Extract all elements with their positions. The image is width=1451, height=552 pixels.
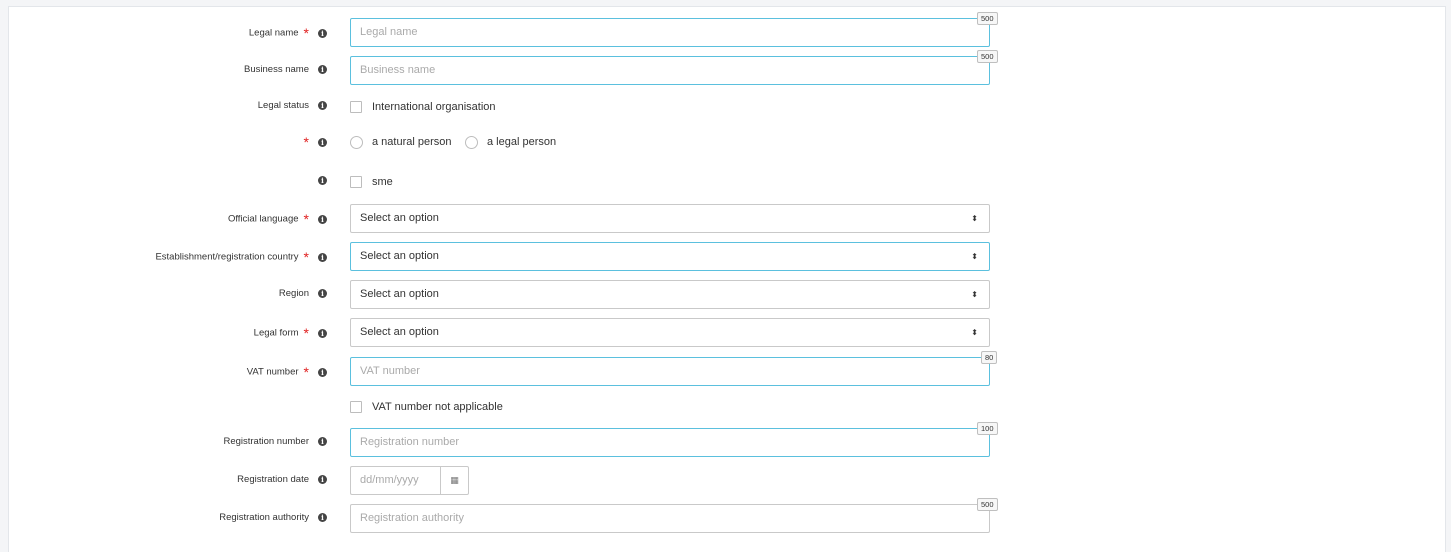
info-icon[interactable]: i [318, 437, 327, 446]
country-label: Establishment/registration country * i [9, 250, 327, 264]
country-select[interactable]: Select an option ⬍ [350, 242, 990, 271]
official-language-select[interactable]: Select an option ⬍ [350, 204, 990, 233]
info-icon[interactable]: i [318, 28, 327, 38]
sort-icon: ⬍ [971, 328, 978, 337]
vat-not-applicable-checkbox[interactable] [350, 401, 362, 413]
registration-authority-label: Registration authority i [9, 512, 327, 523]
info-icon[interactable]: i [318, 513, 327, 522]
required-marker: * [303, 134, 309, 150]
vat-number-char-counter: 80 [981, 351, 998, 364]
international-organisation-checkbox[interactable] [350, 101, 362, 113]
registration-date-input[interactable]: dd/mm/yyyy [350, 466, 440, 495]
official-language-label: Official language * i [9, 212, 327, 226]
info-icon[interactable]: i [318, 328, 327, 338]
info-icon[interactable]: i [318, 475, 327, 484]
info-icon[interactable]: i [318, 175, 327, 185]
sme-checkbox[interactable] [350, 176, 362, 188]
registration-number-char-counter: 100 [977, 422, 998, 435]
registration-number-label: Registration number i [9, 436, 327, 447]
info-icon[interactable]: i [318, 101, 327, 110]
natural-person-label: a natural person [372, 136, 452, 148]
sme-label: sme [372, 176, 393, 188]
region-label: Region i [9, 288, 327, 299]
required-marker: * [303, 364, 309, 380]
required-marker: * [303, 325, 309, 341]
info-icon[interactable]: i [318, 137, 327, 147]
calendar-icon[interactable]: ▦ [440, 466, 469, 495]
legal-status-label: Legal status i [9, 100, 327, 111]
registration-authority-char-counter: 500 [977, 498, 998, 511]
info-icon[interactable]: i [318, 252, 327, 262]
business-name-label: Business name i [9, 64, 327, 75]
sort-icon: ⬍ [971, 214, 978, 223]
sort-icon: ⬍ [971, 252, 978, 261]
legal-name-char-counter: 500 [977, 12, 998, 25]
legal-person-radio[interactable] [465, 136, 478, 149]
person-type-label: * i [9, 135, 327, 149]
registration-number-input[interactable]: Registration number [350, 428, 990, 457]
legal-person-label: a legal person [487, 136, 557, 148]
legal-name-label: Legal name * i [9, 26, 327, 40]
info-icon[interactable]: i [318, 214, 327, 224]
info-icon[interactable]: i [318, 65, 327, 74]
vat-number-label: VAT number * i [9, 365, 327, 379]
natural-person-radio[interactable] [350, 136, 363, 149]
required-marker: * [303, 249, 309, 265]
vat-not-applicable-label: VAT number not applicable [372, 401, 503, 413]
legal-name-input[interactable]: Legal name [350, 18, 990, 47]
info-icon[interactable]: i [318, 289, 327, 298]
business-name-char-counter: 500 [977, 50, 998, 63]
required-marker: * [303, 211, 309, 227]
legal-form-label: Legal form * i [9, 326, 327, 340]
international-organisation-label: International organisation [372, 101, 496, 113]
vat-number-input[interactable]: VAT number [350, 357, 990, 386]
sort-icon: ⬍ [971, 290, 978, 299]
registration-date-label: Registration date i [9, 474, 327, 485]
registration-authority-input[interactable]: Registration authority [350, 504, 990, 533]
sme-label-col: i [9, 175, 327, 186]
business-name-input[interactable]: Business name [350, 56, 990, 85]
legal-form-select[interactable]: Select an option ⬍ [350, 318, 990, 347]
region-select[interactable]: Select an option ⬍ [350, 280, 990, 309]
form-panel: Legal name * i Legal name 500 Business nam… [8, 6, 1446, 552]
info-icon[interactable]: i [318, 367, 327, 377]
required-marker: * [303, 25, 309, 41]
